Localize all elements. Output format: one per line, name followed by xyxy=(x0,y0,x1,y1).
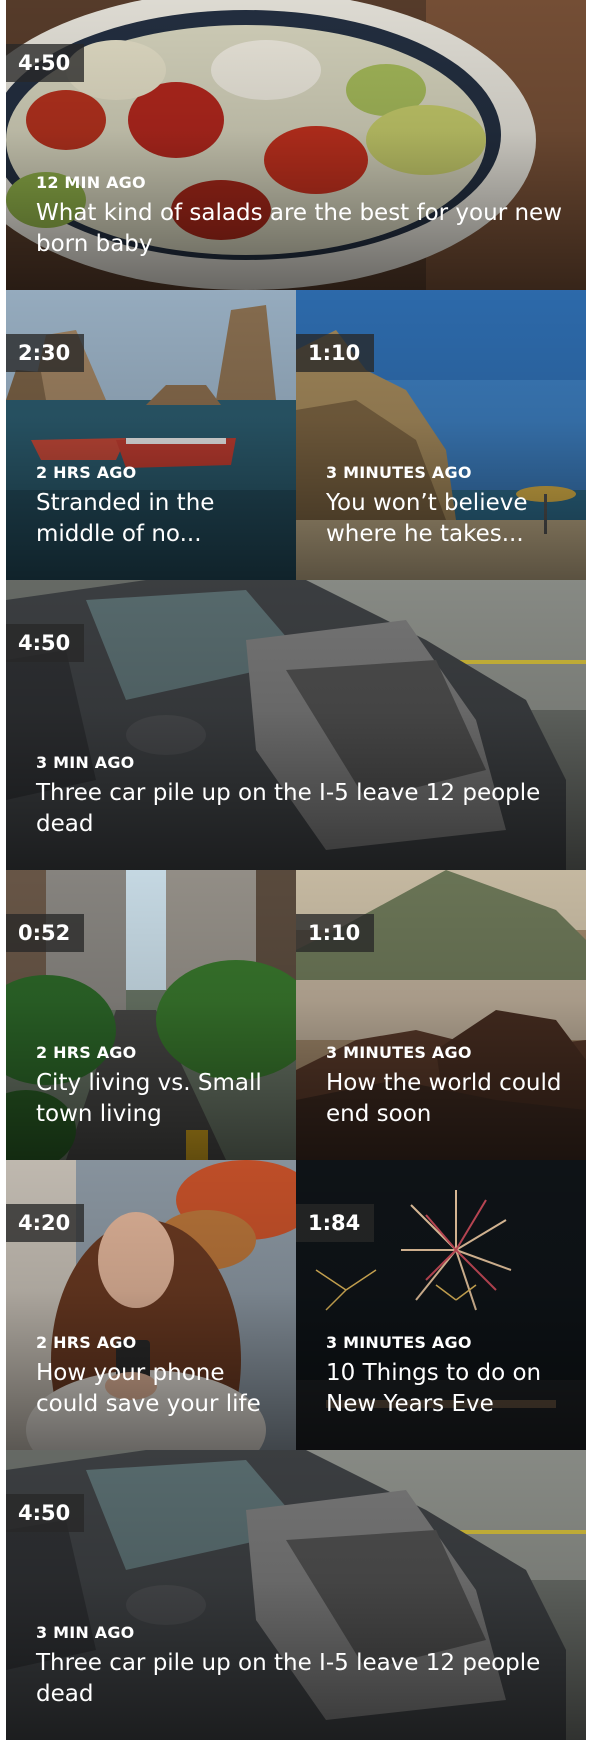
video-feed: 4:50 12 MIN AGO What kind of salads are … xyxy=(6,0,586,1740)
card-caption: 3 MIN AGO Three car pile up on the I-5 l… xyxy=(36,753,562,840)
video-duration-badge: 1:84 xyxy=(296,1204,375,1242)
video-card-salad[interactable]: 4:50 12 MIN AGO What kind of salads are … xyxy=(6,0,586,290)
video-duration-badge: 1:10 xyxy=(296,334,375,372)
card-caption: 2 HRS AGO How your phone could save your… xyxy=(36,1333,272,1420)
video-duration-badge: 4:50 xyxy=(6,1494,85,1532)
posted-time: 3 MINUTES AGO xyxy=(326,1333,472,1352)
card-caption: 3 MINUTES AGO 10 Things to do on New Yea… xyxy=(326,1333,562,1420)
video-duration-badge: 4:50 xyxy=(6,44,85,82)
video-card-car-crash[interactable]: 4:50 3 MIN AGO Three car pile up on the … xyxy=(6,580,586,870)
posted-time: 3 MINUTES AGO xyxy=(326,463,472,482)
video-card-car-crash[interactable]: 4:50 3 MIN AGO Three car pile up on the … xyxy=(6,1450,586,1740)
posted-time: 2 HRS AGO xyxy=(36,1333,137,1352)
posted-time: 2 HRS AGO xyxy=(36,1043,137,1062)
video-title: Stranded in the middle of no... xyxy=(36,490,215,547)
video-title: How the world could end soon xyxy=(326,1070,562,1127)
video-card-volcano[interactable]: 1:10 3 MINUTES AGO How the world could e… xyxy=(296,870,586,1160)
video-duration-badge: 4:50 xyxy=(6,624,85,662)
video-title: What kind of salads are the best for you… xyxy=(36,200,563,257)
card-caption: 12 MIN AGO What kind of salads are the b… xyxy=(36,173,562,260)
feed-row: 4:20 2 HRS AGO How your phone could save… xyxy=(6,1160,586,1450)
posted-time: 2 HRS AGO xyxy=(36,463,137,482)
feed-row: 4:50 3 MIN AGO Three car pile up on the … xyxy=(6,1450,586,1740)
video-duration-badge: 0:52 xyxy=(6,914,85,952)
video-card-phone[interactable]: 4:20 2 HRS AGO How your phone could save… xyxy=(6,1160,296,1450)
posted-time: 3 MIN AGO xyxy=(36,1623,135,1642)
feed-row: 2:30 2 HRS AGO Stranded in the middle of… xyxy=(6,290,586,580)
video-title: City living vs. Small town living xyxy=(36,1070,262,1127)
video-duration-badge: 1:10 xyxy=(296,914,375,952)
posted-time: 3 MINUTES AGO xyxy=(326,1043,472,1062)
posted-time: 12 MIN AGO xyxy=(36,173,146,192)
card-caption: 3 MINUTES AGO You won’t believe where he… xyxy=(326,463,562,550)
feed-row: 4:50 12 MIN AGO What kind of salads are … xyxy=(6,0,586,290)
video-duration-badge: 2:30 xyxy=(6,334,85,372)
card-caption: 2 HRS AGO Stranded in the middle of no..… xyxy=(36,463,272,550)
video-title: Three car pile up on the I-5 leave 12 pe… xyxy=(36,1650,541,1707)
feed-row: 0:52 2 HRS AGO City living vs. Small tow… xyxy=(6,870,586,1160)
video-card-beach[interactable]: 1:10 3 MINUTES AGO You won’t believe whe… xyxy=(296,290,586,580)
posted-time: 3 MIN AGO xyxy=(36,753,135,772)
feed-row: 4:50 3 MIN AGO Three car pile up on the … xyxy=(6,580,586,870)
video-title: You won’t believe where he takes... xyxy=(326,490,528,547)
card-caption: 3 MINUTES AGO How the world could end so… xyxy=(326,1043,562,1130)
video-title: 10 Things to do on New Years Eve xyxy=(326,1360,542,1417)
video-card-stranded[interactable]: 2:30 2 HRS AGO Stranded in the middle of… xyxy=(6,290,296,580)
video-card-city[interactable]: 0:52 2 HRS AGO City living vs. Small tow… xyxy=(6,870,296,1160)
video-title: Three car pile up on the I-5 leave 12 pe… xyxy=(36,780,541,837)
video-title: How your phone could save your life xyxy=(36,1360,261,1417)
card-caption: 2 HRS AGO City living vs. Small town liv… xyxy=(36,1043,272,1130)
card-caption: 3 MIN AGO Three car pile up on the I-5 l… xyxy=(36,1623,562,1710)
video-duration-badge: 4:20 xyxy=(6,1204,85,1242)
video-card-fireworks[interactable]: 1:84 3 MINUTES AGO 10 Things to do on Ne… xyxy=(296,1160,586,1450)
